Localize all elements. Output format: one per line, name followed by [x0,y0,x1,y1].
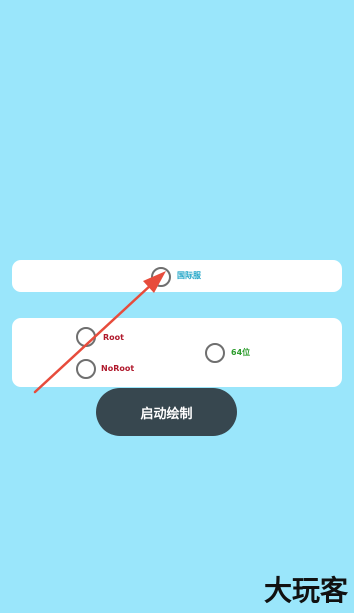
noroot-mode-radio[interactable] [76,359,96,379]
annotation-arrow-icon [33,271,166,394]
start-draw-button[interactable]: 启动绘制 [96,388,237,436]
noroot-mode-label: NoRoot [101,364,135,373]
international-server-label: 国际服 [177,271,201,280]
root-mode-radio[interactable] [76,327,96,347]
root-mode-label: Root [103,333,124,342]
arch-64bit-label: 64位 [231,348,251,357]
watermark-logo: 大玩客 [263,574,348,607]
mode-option-card [12,318,342,387]
arch-64bit-radio[interactable] [205,343,225,363]
international-server-radio[interactable] [151,267,171,287]
